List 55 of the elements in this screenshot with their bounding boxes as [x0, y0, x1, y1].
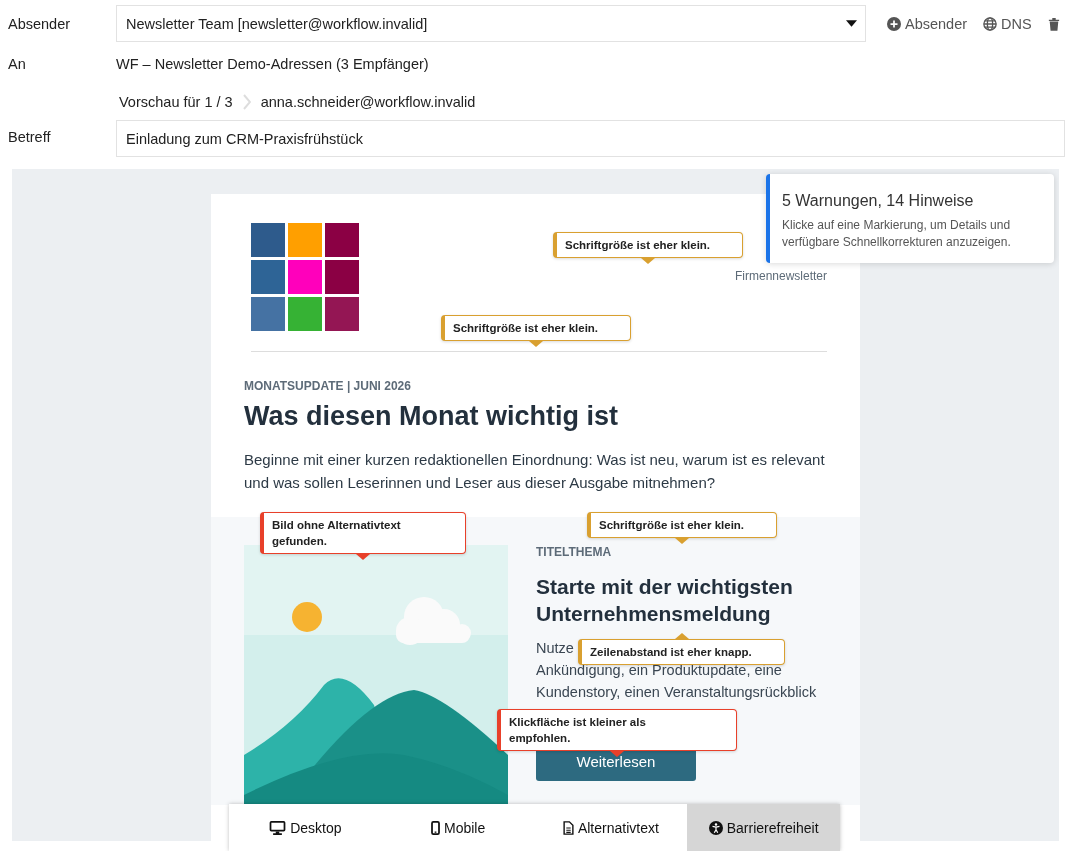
field-label: Betreff — [8, 129, 52, 145]
chevron-icon — [242, 93, 251, 110]
delete-button[interactable] — [1047, 16, 1060, 31]
view-tab[interactable]: Alternativtext — [534, 804, 688, 851]
feature-heading: Starte mit der wichtigsten Unternehmensmeldung — [536, 574, 794, 627]
issue-tooltip[interactable]: Schriftgröße ist eher klein. — [587, 512, 777, 538]
logo-square — [251, 223, 285, 257]
add-icon — [887, 16, 901, 31]
issue-tooltip[interactable]: Bild ohne Alternativtext gefunden. — [260, 512, 466, 554]
logo-square — [251, 297, 285, 331]
caret-icon — [846, 20, 857, 27]
eyebrow-text: TITELTHEMA — [536, 545, 613, 559]
intro-paragraph: Beginne mit einer kurzen redaktionellen Einordnung: Was ist neu, warum ist es relevant und was sollen Leserinnen und Leser aus dieser Ausgabe mitnehmen? — [244, 450, 826, 493]
logo-square — [251, 260, 285, 294]
document-icon — [562, 820, 574, 835]
accessibility-icon — [708, 820, 723, 835]
dns-button[interactable]: DNS — [983, 15, 1032, 32]
logo-square — [325, 297, 359, 331]
newsletter-heading: Was diesen Monat wichtig ist — [244, 401, 620, 432]
issue-tooltip[interactable]: Schriftgröße ist eher klein. — [441, 315, 631, 341]
phone-icon — [431, 820, 440, 835]
issue-tooltip[interactable]: Zeilenabstand ist eher knapp. — [578, 639, 785, 665]
pointer-arrow — [529, 341, 543, 347]
pointer-arrow — [641, 258, 655, 264]
summary-title: 5 Warnungen, 14 Hinweise — [782, 192, 975, 210]
logo-square — [288, 260, 322, 294]
pointer-arrow — [610, 751, 624, 757]
pointer-arrow — [674, 633, 689, 639]
logo-square — [288, 297, 322, 331]
brand-line: Firmennewsletter — [734, 269, 827, 283]
view-tab[interactable]: Desktop — [229, 804, 382, 851]
recipient-list: WF – Newsletter Demo-Adressen (3 Empfänger) — [116, 42, 1065, 86]
view-tab[interactable]: Mobile — [381, 804, 535, 851]
issue-tooltip[interactable]: Klickfläche ist kleiner als empfohlen. — [497, 709, 737, 751]
pointer-arrow — [356, 554, 370, 560]
preview-counter: Vorschau für 1 / 3 — [119, 93, 233, 110]
subject-field[interactable]: Einladung zum CRM-Praxisfrühstück — [116, 120, 1065, 157]
logo-square — [325, 260, 359, 294]
globe-icon — [983, 16, 998, 31]
field-label: An — [8, 56, 27, 72]
sender-dropdown[interactable]: Newsletter Team [newsletter@workflow.invalid] — [116, 5, 866, 42]
view-tab[interactable]: Barrierefreiheit — [687, 804, 840, 851]
issue-tooltip[interactable]: Schriftgröße ist eher klein. — [553, 232, 743, 258]
trash-icon — [1047, 16, 1060, 31]
add-sender-button[interactable]: Absender — [887, 15, 968, 32]
field-label: Absender — [8, 15, 72, 32]
eyebrow-text: MONATSUPDATE | JUNI 2026 — [244, 379, 412, 393]
logo-square — [288, 223, 322, 257]
recipient-address: anna.schneider@workflow.invalid — [260, 93, 476, 110]
monitor-icon — [269, 820, 287, 835]
paragraph-line: Nutze — [536, 639, 574, 658]
paragraph-line: Kundenstory, einen Veranstaltungsrückblick — [536, 683, 817, 702]
summary-text: Klicke auf eine Markierung, um Details und verfügbare Schnellkorrekturen anzuzeigen. — [782, 217, 1012, 251]
logo-square — [325, 223, 359, 257]
pointer-arrow — [675, 538, 689, 544]
